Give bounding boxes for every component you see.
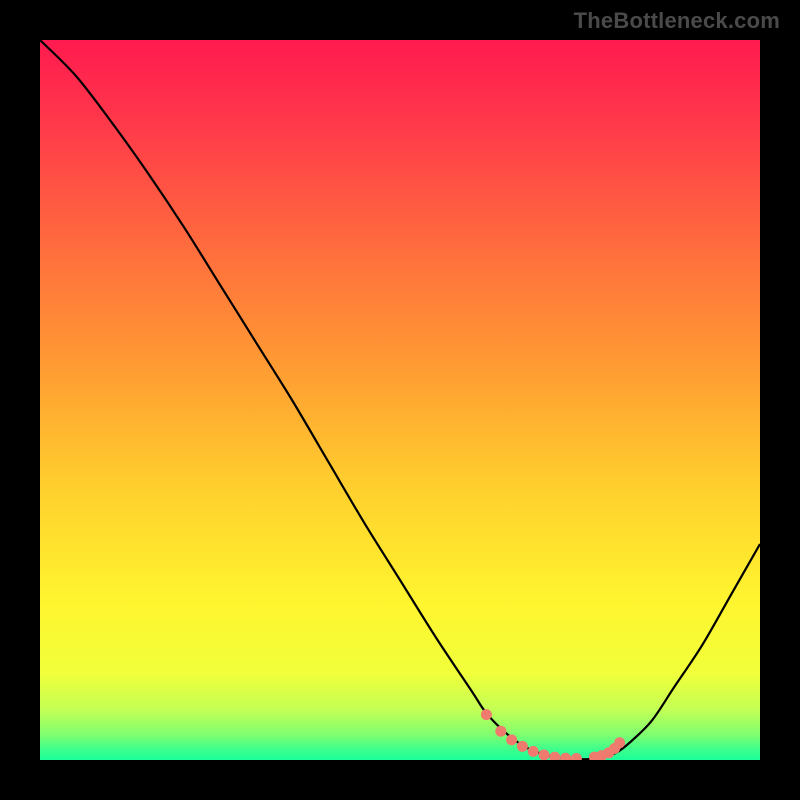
plot-area [40,40,760,760]
highlight-dot [528,746,539,757]
highlight-dot [517,741,528,752]
highlight-dot [495,726,506,737]
gradient-background [40,40,760,760]
chart-root: TheBottleneck.com [0,0,800,800]
highlight-dot [506,734,517,745]
watermark-text: TheBottleneck.com [574,8,780,34]
highlight-dot [614,737,625,748]
highlight-dot [481,709,492,720]
highlight-dot [539,749,550,760]
chart-svg [40,40,760,760]
